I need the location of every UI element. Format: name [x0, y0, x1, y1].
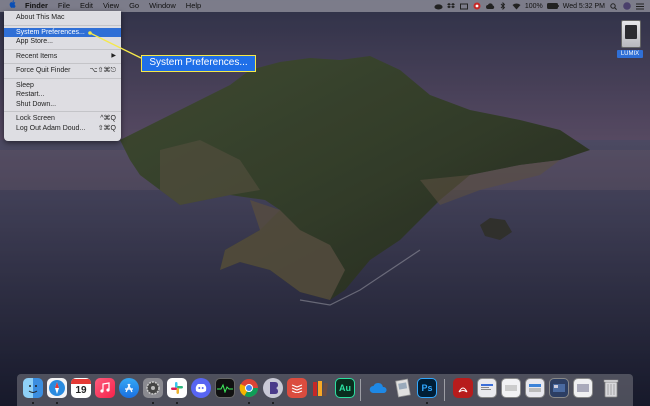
menu-item-sleep[interactable]: Sleep [4, 81, 121, 91]
creative-cloud-icon[interactable] [434, 2, 443, 10]
system-preferences-icon[interactable] [143, 378, 163, 398]
menu-separator [4, 24, 121, 26]
wifi-icon[interactable] [512, 2, 521, 10]
keyboard-shortcut: ⇧⌘Q [97, 124, 116, 132]
cloud-icon[interactable] [485, 2, 495, 10]
callout-label: System Preferences... [141, 55, 256, 72]
sync-icon[interactable] [473, 2, 482, 10]
clock[interactable]: Wed 5:32 PM [563, 3, 605, 10]
running-indicator [56, 402, 58, 404]
finder-icon[interactable] [23, 378, 43, 398]
avatar[interactable] [622, 2, 631, 10]
calendar-day: 19 [75, 384, 87, 396]
drive-label: LUMIX [617, 50, 643, 58]
document-stack-icon[interactable] [477, 378, 497, 398]
running-indicator [272, 402, 274, 404]
preview-icon[interactable] [393, 378, 413, 398]
apple-menu-dropdown: About This Mac System Preferences... App… [4, 11, 121, 141]
desktop-drive-icon[interactable]: LUMIX [614, 18, 646, 62]
battery-icon[interactable] [546, 2, 559, 10]
submenu-arrow-icon: ▶ [111, 52, 116, 59]
menu-separator [4, 48, 121, 50]
running-indicator [426, 402, 428, 404]
menu-item-label: Restart... [16, 91, 45, 98]
menu-help[interactable]: Help [181, 0, 206, 12]
menu-item-label: System Preferences... [16, 28, 85, 36]
dropbox-icon[interactable] [447, 2, 456, 10]
menu-item-recent-items[interactable]: Recent Items ▶ [4, 52, 121, 62]
document-stack-icon[interactable] [573, 378, 593, 398]
menu-item-restart[interactable]: Restart... [4, 90, 121, 100]
menu-go[interactable]: Go [124, 0, 144, 12]
todoist-icon[interactable] [287, 378, 307, 398]
sd-card-icon [621, 20, 641, 48]
keyboard-shortcut: ⌥⇧⌘⎋ [89, 67, 116, 74]
menu-item-app-store[interactable]: App Store... [4, 37, 121, 47]
menu-item-label: Lock Screen [16, 115, 55, 122]
app-store-icon[interactable] [119, 378, 139, 398]
running-indicator [32, 402, 34, 404]
acrobat-document-icon[interactable] [453, 378, 473, 398]
dock-separator [360, 379, 361, 401]
dock: 19 Au Ps [17, 374, 633, 406]
menu-item-label: Recent Items [16, 52, 58, 60]
status-area: 100% Wed 5:32 PM [434, 0, 644, 12]
books-icon[interactable] [311, 378, 331, 398]
menu-window[interactable]: Window [144, 0, 181, 12]
audition-icon[interactable]: Au [335, 378, 355, 398]
menu-item-about-this-mac[interactable]: About This Mac [4, 13, 121, 23]
menu-separator [4, 63, 121, 64]
menu-item-force-quit[interactable]: Force Quit Finder ⌥⇧⌘⎋ [4, 66, 121, 76]
menu-item-label: Log Out Adam Doud... [16, 124, 86, 132]
keyboard-shortcut: ^⌘Q [100, 115, 116, 122]
document-stack-icon[interactable] [501, 378, 521, 398]
search-icon[interactable] [609, 2, 618, 10]
menu-item-system-preferences[interactable]: System Preferences... [4, 27, 121, 37]
menu-item-label: Shut Down... [16, 100, 57, 108]
screenshot-stack-icon[interactable] [549, 378, 569, 398]
activity-monitor-icon[interactable] [215, 378, 235, 398]
calendar-icon[interactable]: 19 [71, 378, 91, 398]
bbedit-icon[interactable] [263, 378, 283, 398]
notification-center-icon[interactable] [635, 2, 644, 10]
apple-icon [9, 0, 16, 8]
menu-item-label: About This Mac [16, 14, 65, 21]
onedrive-icon[interactable] [369, 378, 389, 398]
menu-separator [4, 77, 121, 79]
menu-item-label: Force Quit Finder [16, 67, 71, 74]
menu-item-log-out[interactable]: Log Out Adam Doud... ⇧⌘Q [4, 124, 121, 134]
box-icon[interactable] [460, 2, 469, 10]
bluetooth-icon[interactable] [499, 2, 508, 10]
menu-item-label: App Store... [16, 38, 53, 45]
dock-separator [444, 379, 445, 401]
menu-separator [4, 111, 121, 112]
discord-icon[interactable] [191, 378, 211, 398]
photoshop-icon[interactable]: Ps [417, 378, 437, 398]
trash-icon[interactable] [601, 378, 621, 398]
document-stack-icon[interactable] [525, 378, 545, 398]
chrome-icon[interactable] [239, 378, 259, 398]
running-indicator [176, 402, 178, 404]
menu-item-label: Sleep [16, 81, 34, 89]
running-indicator [152, 402, 154, 404]
safari-icon[interactable] [47, 378, 67, 398]
slack-icon[interactable] [167, 378, 187, 398]
running-indicator [248, 402, 250, 404]
menu-item-shut-down[interactable]: Shut Down... [4, 100, 121, 110]
music-icon[interactable] [95, 378, 115, 398]
menu-item-lock-screen[interactable]: Lock Screen ^⌘Q [4, 114, 121, 124]
battery-percent: 100% [524, 2, 543, 10]
